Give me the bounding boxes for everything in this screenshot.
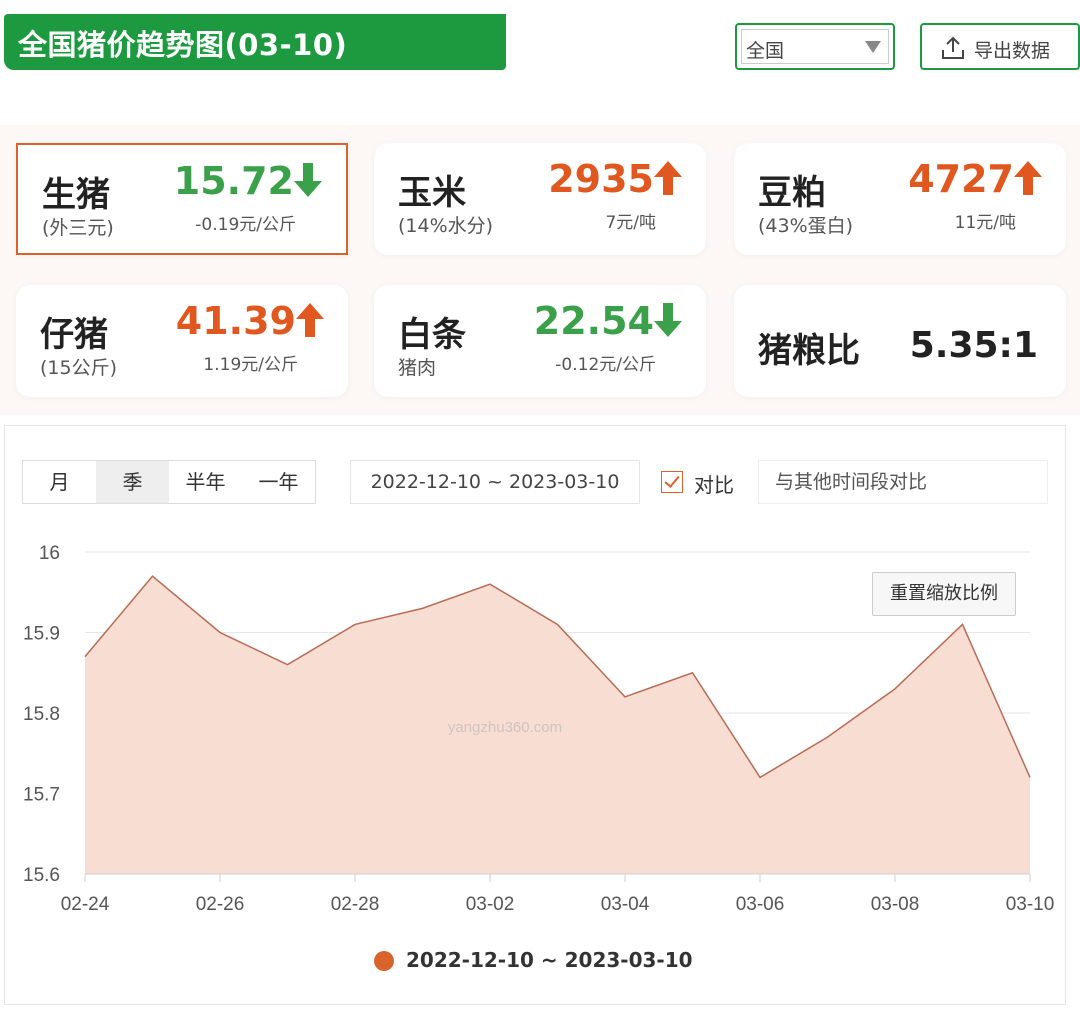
export-data-label: 导出数据 bbox=[974, 40, 1051, 62]
arrow-up-icon bbox=[296, 303, 324, 337]
y-tick-label: 16 bbox=[39, 543, 60, 564]
chevron-down-icon bbox=[865, 41, 881, 53]
legend-swatch bbox=[374, 951, 394, 971]
card-ratio: 5.35:1 bbox=[909, 325, 1038, 366]
tab-quarter[interactable]: 季 bbox=[96, 461, 169, 503]
card-name: 豆粕 bbox=[758, 173, 826, 213]
tab-month[interactable]: 月 bbox=[23, 461, 96, 503]
x-tick-label: 03-08 bbox=[871, 894, 920, 915]
arrow-up-icon bbox=[654, 161, 682, 195]
arrow-down-icon bbox=[294, 163, 322, 197]
card-sub: 猪肉 bbox=[398, 357, 437, 379]
card-name: 玉米 bbox=[398, 173, 466, 213]
x-tick-label: 02-28 bbox=[331, 894, 380, 915]
y-tick-label: 15.8 bbox=[23, 704, 60, 725]
tab-year[interactable]: 一年 bbox=[242, 461, 315, 503]
x-tick-label: 03-04 bbox=[601, 894, 650, 915]
card-corn[interactable]: 玉米 (14%水分) 2935 7元/吨 bbox=[374, 143, 706, 255]
card-price: 4727 bbox=[908, 157, 1014, 201]
card-price: 22.54 bbox=[533, 299, 654, 343]
card-change: 11元/吨 bbox=[954, 213, 1016, 233]
compare-checkbox[interactable] bbox=[661, 471, 683, 493]
date-range-picker[interactable]: 2022-12-10 ~ 2023-03-10 bbox=[350, 460, 640, 504]
y-tick-label: 15.9 bbox=[23, 624, 60, 645]
page-title-bar: 全国猪价趋势图(03-10) bbox=[4, 14, 506, 70]
reset-zoom-button[interactable]: 重置缩放比例 bbox=[872, 572, 1016, 616]
region-select-value: 全国 bbox=[746, 40, 785, 62]
card-change: -0.19元/公斤 bbox=[195, 215, 296, 235]
card-pork-carcass[interactable]: 白条 猪肉 22.54 -0.12元/公斤 bbox=[374, 285, 706, 397]
x-tick-label: 03-02 bbox=[466, 894, 515, 915]
card-name: 生猪 bbox=[42, 175, 110, 215]
tab-half-year[interactable]: 半年 bbox=[169, 461, 242, 503]
card-live-hog[interactable]: 生猪 (外三元) 15.72 -0.19元/公斤 bbox=[16, 143, 348, 255]
x-tick-label: 03-10 bbox=[1006, 894, 1055, 915]
card-price: 15.72 bbox=[173, 159, 294, 203]
card-sub: (15公斤) bbox=[40, 357, 118, 379]
arrow-down-icon bbox=[654, 303, 682, 337]
arrow-up-icon bbox=[1014, 161, 1042, 195]
card-change: 1.19元/公斤 bbox=[203, 355, 298, 375]
export-data-button[interactable]: 导出数据 bbox=[920, 23, 1080, 70]
card-piglet[interactable]: 仔猪 (15公斤) 41.39 1.19元/公斤 bbox=[16, 285, 348, 397]
card-soymeal[interactable]: 豆粕 (43%蛋白) 4727 11元/吨 bbox=[734, 143, 1066, 255]
card-name: 仔猪 bbox=[40, 315, 108, 355]
card-sub: (14%水分) bbox=[398, 215, 494, 237]
card-change: -0.12元/公斤 bbox=[555, 355, 656, 375]
y-tick-label: 15.6 bbox=[23, 865, 60, 886]
compare-label: 对比 bbox=[694, 473, 734, 497]
upload-icon bbox=[942, 36, 964, 59]
card-hog-grain-ratio[interactable]: 猪粮比 5.35:1 bbox=[734, 285, 1066, 397]
card-name: 猪粮比 bbox=[758, 331, 860, 371]
card-sub: (43%蛋白) bbox=[758, 215, 854, 237]
page-title: 全国猪价趋势图(03-10) bbox=[18, 28, 348, 62]
card-price: 41.39 bbox=[175, 299, 296, 343]
card-name: 白条 bbox=[398, 315, 466, 355]
x-tick-label: 02-26 bbox=[196, 894, 245, 915]
watermark-text: yangzhu360.com bbox=[448, 719, 562, 736]
card-change: 7元/吨 bbox=[605, 213, 656, 233]
x-tick-label: 02-24 bbox=[61, 894, 110, 915]
legend-label: 2022-12-10 ~ 2023-03-10 bbox=[406, 948, 693, 972]
card-price: 2935 bbox=[548, 157, 654, 201]
x-tick-label: 03-06 bbox=[736, 894, 785, 915]
card-sub: (外三元) bbox=[42, 217, 114, 239]
compare-period-input[interactable]: 与其他时间段对比 bbox=[758, 460, 1048, 504]
range-tabs: 月 季 半年 一年 bbox=[22, 460, 316, 504]
y-tick-label: 15.7 bbox=[23, 785, 60, 806]
region-select[interactable]: 全国 bbox=[735, 23, 895, 70]
